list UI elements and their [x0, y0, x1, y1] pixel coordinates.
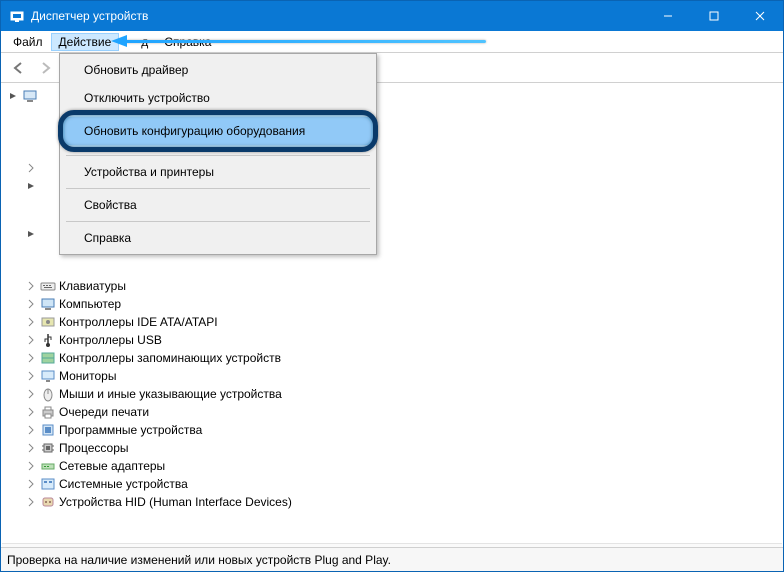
- printer-icon: [40, 404, 56, 420]
- computer-icon: [40, 296, 56, 312]
- ide-icon: [40, 314, 56, 330]
- expander-icon[interactable]: [25, 388, 37, 400]
- network-icon: [40, 458, 56, 474]
- menu-disable-device[interactable]: Отключить устройство: [62, 84, 374, 112]
- expander-icon[interactable]: [25, 406, 37, 418]
- tree-node-label: Контроллеры IDE ATA/ATAPI: [59, 315, 218, 329]
- mouse-icon: [40, 386, 56, 402]
- tree-node-label: Мониторы: [59, 369, 116, 383]
- menu-separator: [66, 155, 370, 156]
- tree-node[interactable]: Контроллеры USB: [7, 331, 783, 349]
- tree-node[interactable]: Контроллеры IDE ATA/ATAPI: [7, 313, 783, 331]
- tree-node-label: Контроллеры USB: [59, 333, 162, 347]
- expander-icon[interactable]: [25, 298, 37, 310]
- menu-separator: [66, 114, 370, 115]
- tree-node[interactable]: Системные устройства: [7, 475, 783, 493]
- expander-icon[interactable]: [25, 442, 37, 454]
- software-icon: [40, 422, 56, 438]
- status-text: Проверка на наличие изменений или новых …: [7, 553, 391, 567]
- keyboard-icon: [40, 278, 56, 294]
- tree-node[interactable]: Клавиатуры: [7, 277, 783, 295]
- tree-node[interactable]: Очереди печати: [7, 403, 783, 421]
- tree-node-label: Контроллеры запоминающих устройств: [59, 351, 281, 365]
- expander-icon[interactable]: [25, 162, 37, 174]
- tree-node-label: Клавиатуры: [59, 279, 126, 293]
- tree-node-label: Компьютер: [59, 297, 121, 311]
- tree-node[interactable]: Компьютер: [7, 295, 783, 313]
- maximize-button[interactable]: [691, 1, 737, 31]
- menubar: Файл Действие д Справка: [1, 31, 783, 53]
- menu-update-driver[interactable]: Обновить драйвер: [62, 56, 374, 84]
- computer-icon: [22, 88, 38, 104]
- expander-icon[interactable]: [25, 424, 37, 436]
- expander-icon[interactable]: [25, 280, 37, 292]
- expander-icon[interactable]: [25, 370, 37, 382]
- titlebar: Диспетчер устройств: [1, 1, 783, 31]
- expander-icon[interactable]: [25, 496, 37, 508]
- menu-separator: [66, 188, 370, 189]
- tree-node-label: Программные устройства: [59, 423, 202, 437]
- window-title: Диспетчер устройств: [31, 9, 645, 23]
- app-icon: [9, 8, 25, 24]
- menu-devices-and-printers[interactable]: Устройства и принтеры: [62, 158, 374, 186]
- expander-icon[interactable]: [25, 352, 37, 364]
- menu-help-item[interactable]: Справка: [62, 224, 374, 252]
- menu-file[interactable]: Файл: [5, 33, 51, 51]
- monitor-icon: [40, 368, 56, 384]
- tree-node-label: Очереди печати: [59, 405, 149, 419]
- tree-node-label: Процессоры: [59, 441, 129, 455]
- menu-scan-hardware[interactable]: Обновить конфигурацию оборудования: [62, 117, 374, 145]
- tree-node[interactable]: Программные устройства: [7, 421, 783, 439]
- tree-node-label: Системные устройства: [59, 477, 188, 491]
- tree-node[interactable]: Мыши и иные указывающие устройства: [7, 385, 783, 403]
- tree-node-label: Сетевые адаптеры: [59, 459, 165, 473]
- system-icon: [40, 476, 56, 492]
- expander-icon[interactable]: [25, 460, 37, 472]
- menu-properties[interactable]: Свойства: [62, 191, 374, 219]
- tree-node-label: Устройства HID (Human Interface Devices): [59, 495, 292, 509]
- back-button[interactable]: [7, 56, 31, 80]
- tree-node[interactable]: Контроллеры запоминающих устройств: [7, 349, 783, 367]
- tree-node[interactable]: Устройства HID (Human Interface Devices): [7, 493, 783, 511]
- statusbar: Проверка на наличие изменений или новых …: [1, 547, 783, 571]
- tree-node-label: Мыши и иные указывающие устройства: [59, 387, 282, 401]
- menu-help[interactable]: Справка: [156, 33, 219, 51]
- action-dropdown: Обновить драйвер Отключить устройство Уд…: [59, 53, 377, 255]
- tree-node[interactable]: Мониторы: [7, 367, 783, 385]
- menu-action[interactable]: Действие: [51, 33, 120, 51]
- expander-icon[interactable]: [25, 334, 37, 346]
- close-button[interactable]: [737, 1, 783, 31]
- expander-icon[interactable]: [7, 90, 19, 102]
- hid-icon: [40, 494, 56, 510]
- menu-separator: [66, 221, 370, 222]
- tree-node[interactable]: Процессоры: [7, 439, 783, 457]
- expander-icon[interactable]: [25, 180, 37, 192]
- forward-button[interactable]: [33, 56, 57, 80]
- menu-view[interactable]: д: [119, 33, 156, 51]
- cpu-icon: [40, 440, 56, 456]
- expander-icon[interactable]: [25, 316, 37, 328]
- expander-icon[interactable]: [25, 228, 37, 240]
- expander-icon[interactable]: [25, 478, 37, 490]
- tree-node[interactable]: Сетевые адаптеры: [7, 457, 783, 475]
- minimize-button[interactable]: [645, 1, 691, 31]
- usb-icon: [40, 332, 56, 348]
- storage-icon: [40, 350, 56, 366]
